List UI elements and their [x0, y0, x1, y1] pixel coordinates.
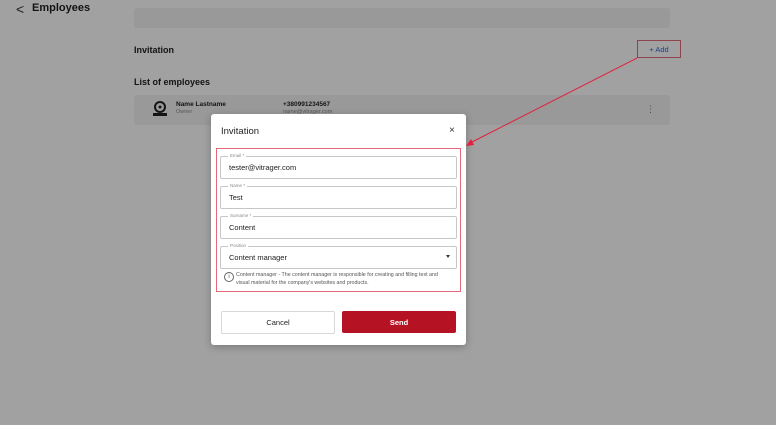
position-description: Content manager - The content manager is… [236, 272, 438, 286]
email-field-value: tester@vitrager.com [229, 163, 297, 172]
name-field-label: Name * [228, 183, 248, 189]
surname-field-label: Surname * [228, 213, 254, 219]
close-icon[interactable]: × [449, 125, 455, 136]
surname-field-value: Content [229, 223, 256, 232]
surname-field[interactable]: Surname * Content [220, 213, 457, 239]
cancel-button-label: Cancel [266, 318, 290, 327]
email-field-label: Email * [228, 153, 247, 159]
position-field-label: Position [228, 243, 249, 249]
dialog-title: Invitation [221, 126, 260, 137]
send-button-label: Send [389, 317, 409, 327]
position-field-value: Content manager [229, 253, 287, 262]
email-field[interactable]: Email * tester@vitrager.com [220, 153, 457, 179]
invitation-dialog: Invitation × Email * tester@vitrager.com… [211, 114, 466, 345]
chevron-down-icon [446, 255, 450, 258]
name-field[interactable]: Name * Test [220, 183, 457, 209]
position-select[interactable]: Position Content manager [220, 243, 457, 269]
name-field-value: Test [229, 193, 243, 202]
cancel-button[interactable]: Cancel [221, 311, 335, 334]
info-icon: i [224, 272, 234, 282]
send-button[interactable]: Send [342, 311, 456, 333]
